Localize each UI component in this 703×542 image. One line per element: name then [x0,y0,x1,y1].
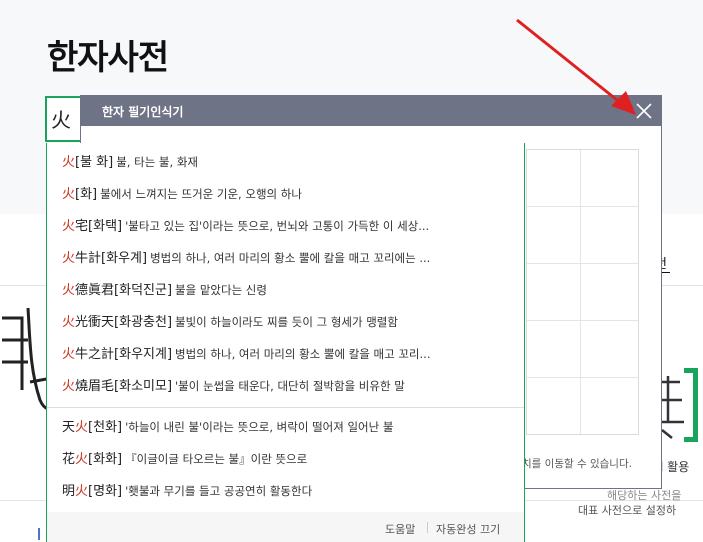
autocomplete-item[interactable]: 火牛之計[화우지계] 병법의 하나, 여러 마리의 황소 뿔에 칼을 매고 꼬리.… [62,340,517,368]
autocomplete-item[interactable]: 火[불 화] 불, 타는 불, 화재 [62,148,517,176]
autocomplete-item[interactable]: 明火[명화] '횃불과 무기를 들고 공공연히 활동한다 [62,477,517,505]
background-text: 대표 사전으로 설정하 [578,504,677,517]
autocomplete-separator [47,407,524,408]
autocomplete-item[interactable]: 天火[천화] '하늘이 내린 불'이라는 뜻으로, 벼락이 떨어져 일어난 불 [62,413,517,441]
background-text: 해당하는 사전을 [607,489,682,502]
green-bracket [684,368,698,442]
autocomplete-item[interactable]: 火宅[화택] '불타고 있는 집'이라는 뜻으로, 번뇌와 고통이 가득한 이 세… [62,212,517,240]
autocomplete-dropdown: 火[불 화] 불, 타는 불, 화재 火[화] 불에서 느껴지는 뜨거운 기운, 오… [46,143,525,542]
close-icon[interactable] [635,102,653,120]
autocomplete-item[interactable]: 火[화] 불에서 느껴지는 뜨거운 기운, 오행의 하나 [62,180,517,208]
autocomplete-item[interactable]: 火燒眉毛[화소미모] '불이 눈썹을 태운다, 대단히 절박함을 비유한 말 [62,372,517,400]
link-stub[interactable] [38,528,40,540]
autocomplete-item[interactable]: 火德眞君[화덕진군] 불을 맡았다는 신령 [62,276,517,304]
autocomplete-item[interactable]: 火光衝天[화광충천] 불빛이 하늘이라도 찌를 듯이 그 형세가 맹렬함 [62,308,517,336]
search-input-value: 火 [51,108,71,132]
page-title: 한자사전 [47,38,169,78]
autocomplete-item[interactable]: 花火[화화] 『이글이글 타오르는 불』이란 뜻으로 [62,445,517,473]
background-text: l 활용 [660,460,690,474]
search-input[interactable]: 火 [45,96,81,142]
autocomplete-item[interactable]: 火牛計[화우계] 병법의 하나, 여러 마리의 황소 뿔에 칼을 매고 꼬리에는 … [62,244,517,272]
autocomplete-off-button[interactable]: 자동완성 끄기 [436,521,500,537]
help-link[interactable]: 도움말 [385,521,415,537]
footer-divider [427,522,428,533]
autocomplete-footer: 도움말 자동완성 끄기 [47,512,524,542]
handwriting-hint: 치를 이동할 수 있습니다. [522,458,632,470]
handwriting-panel-header[interactable]: 한자 필기인식기 [81,96,661,126]
handwriting-panel-title: 한자 필기인식기 [102,105,184,119]
handwriting-canvas[interactable] [526,149,639,435]
